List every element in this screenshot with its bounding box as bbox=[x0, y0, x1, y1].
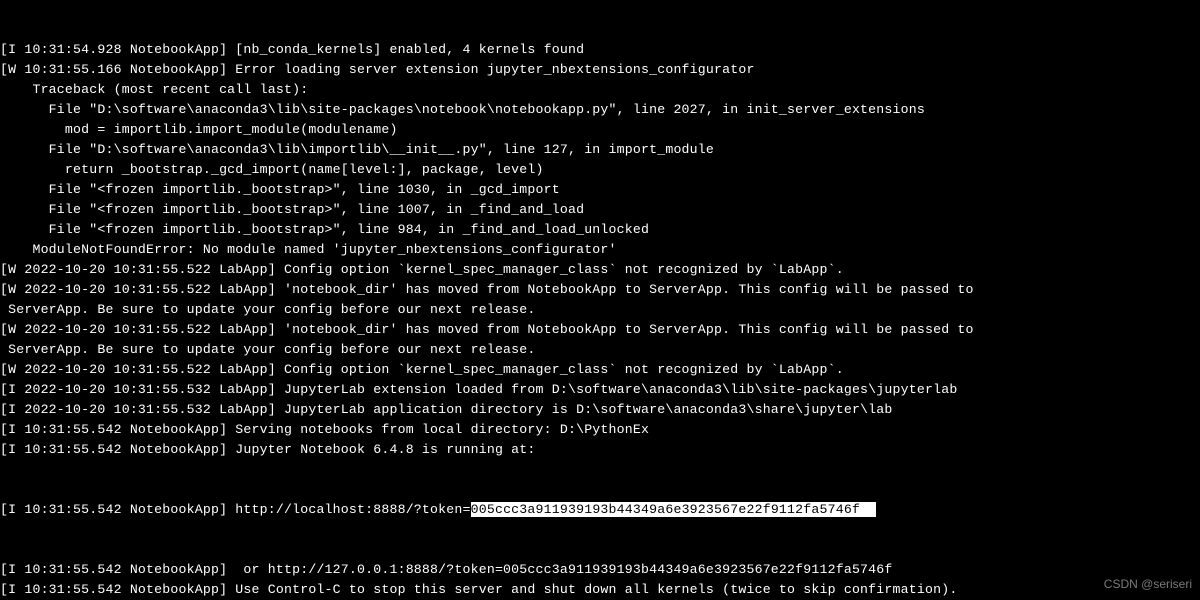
terminal-line[interactable]: ServerApp. Be sure to update your config… bbox=[0, 340, 1200, 360]
terminal-line[interactable]: File "D:\software\anaconda3\lib\importli… bbox=[0, 140, 1200, 160]
terminal-line[interactable]: File "<frozen importlib._bootstrap>", li… bbox=[0, 220, 1200, 240]
terminal-line[interactable]: [W 2022-10-20 10:31:55.522 LabApp] Confi… bbox=[0, 360, 1200, 380]
terminal-line[interactable]: [W 2022-10-20 10:31:55.522 LabApp] 'note… bbox=[0, 280, 1200, 300]
token-selection[interactable]: 005ccc3a911939193b44349a6e3923567e22f911… bbox=[471, 502, 877, 517]
terminal-line[interactable]: [I 10:31:55.542 NotebookApp] or http://1… bbox=[0, 560, 1200, 580]
terminal-line[interactable]: mod = importlib.import_module(modulename… bbox=[0, 120, 1200, 140]
terminal-line[interactable]: File "<frozen importlib._bootstrap>", li… bbox=[0, 200, 1200, 220]
terminal-token-line[interactable]: [I 10:31:55.542 NotebookApp] http://loca… bbox=[0, 500, 1200, 520]
terminal-line[interactable]: File "D:\software\anaconda3\lib\site-pac… bbox=[0, 100, 1200, 120]
terminal-line[interactable]: [W 2022-10-20 10:31:55.522 LabApp] Confi… bbox=[0, 260, 1200, 280]
terminal-line[interactable]: [I 2022-10-20 10:31:55.532 LabApp] Jupyt… bbox=[0, 400, 1200, 420]
terminal-line[interactable]: [W 2022-10-20 10:31:55.522 LabApp] 'note… bbox=[0, 320, 1200, 340]
terminal-line[interactable]: File "<frozen importlib._bootstrap>", li… bbox=[0, 180, 1200, 200]
terminal-line[interactable]: Traceback (most recent call last): bbox=[0, 80, 1200, 100]
terminal-line[interactable]: [I 10:31:54.928 NotebookApp] [nb_conda_k… bbox=[0, 40, 1200, 60]
terminal-output[interactable]: [I 10:31:54.928 NotebookApp] [nb_conda_k… bbox=[0, 0, 1200, 600]
terminal-line[interactable]: [I 10:31:55.542 NotebookApp] Use Control… bbox=[0, 580, 1200, 600]
terminal-line[interactable]: [I 10:31:55.542 NotebookApp] Jupyter Not… bbox=[0, 440, 1200, 460]
terminal-line[interactable]: ServerApp. Be sure to update your config… bbox=[0, 300, 1200, 320]
watermark-text: CSDN @seriseri bbox=[1104, 574, 1192, 594]
terminal-line[interactable]: [I 2022-10-20 10:31:55.532 LabApp] Jupyt… bbox=[0, 380, 1200, 400]
terminal-line[interactable]: [I 10:31:55.542 NotebookApp] Serving not… bbox=[0, 420, 1200, 440]
terminal-line[interactable]: return _bootstrap._gcd_import(name[level… bbox=[0, 160, 1200, 180]
terminal-line[interactable]: [W 10:31:55.166 NotebookApp] Error loadi… bbox=[0, 60, 1200, 80]
token-line-prefix: [I 10:31:55.542 NotebookApp] http://loca… bbox=[0, 502, 471, 517]
terminal-line[interactable]: ModuleNotFoundError: No module named 'ju… bbox=[0, 240, 1200, 260]
